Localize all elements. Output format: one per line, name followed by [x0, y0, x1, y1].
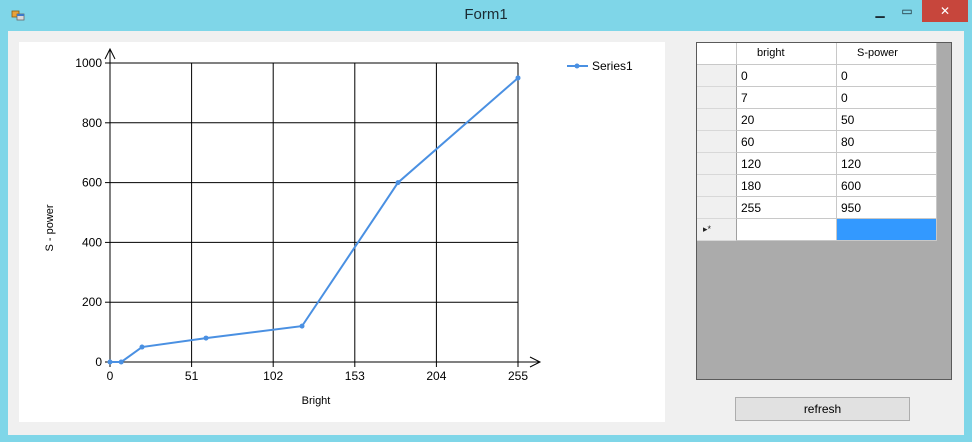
- chart-panel: 0 51 102 153 204 255 0 200 400 600 800 1000 Bright …: [19, 42, 665, 422]
- grid-cell[interactable]: 60: [737, 131, 837, 153]
- chart-grid: [110, 62, 519, 362]
- x-tick-label: 204: [426, 369, 446, 383]
- legend-series-label: Series1: [592, 59, 633, 73]
- row-header[interactable]: [697, 153, 737, 175]
- refresh-button[interactable]: refresh: [735, 397, 910, 421]
- grid-cell[interactable]: 20: [737, 109, 837, 131]
- minimize-button[interactable]: ▁: [866, 0, 894, 22]
- data-grid[interactable]: bright S-power 0 0 7 0 20 50 60 80 120 120 180 600 255…: [696, 42, 952, 380]
- row-header[interactable]: [697, 197, 737, 219]
- row-header[interactable]: ▸*: [697, 219, 737, 241]
- y-tick-label: 600: [82, 176, 102, 190]
- maximize-icon: ▭: [901, 4, 913, 18]
- legend-marker-icon: [574, 63, 580, 69]
- row-header[interactable]: [697, 131, 737, 153]
- grid-cell[interactable]: 0: [837, 65, 937, 87]
- x-tick-label: 102: [263, 369, 283, 383]
- minimize-icon: ▁: [875, 4, 885, 18]
- grid-cell[interactable]: 7: [737, 87, 837, 109]
- row-header[interactable]: [697, 65, 737, 87]
- grid-column-header[interactable]: S-power: [837, 43, 937, 65]
- grid-cell[interactable]: 180: [737, 175, 837, 197]
- data-point: [203, 335, 209, 341]
- form-client-area: 0 51 102 153 204 255 0 200 400 600 800 1000 Bright …: [8, 31, 964, 435]
- window-title: Form1: [464, 6, 508, 23]
- data-point: [118, 359, 124, 365]
- y-tick-label: 1000: [75, 56, 102, 70]
- grid-cell[interactable]: 600: [837, 175, 937, 197]
- y-tick-label: 800: [82, 116, 102, 130]
- y-tick-label: 0: [95, 355, 102, 369]
- legend: Series1: [567, 59, 633, 73]
- row-header[interactable]: [697, 175, 737, 197]
- chart-axes: [104, 47, 542, 368]
- grid-cell[interactable]: [737, 219, 837, 241]
- grid-cell[interactable]: 0: [837, 87, 937, 109]
- x-tick-label: 0: [107, 369, 114, 383]
- chart-series: [107, 75, 521, 365]
- close-button[interactable]: ✕: [922, 0, 968, 22]
- data-point: [299, 323, 305, 329]
- y-axis-label: S - power: [44, 204, 56, 251]
- x-tick-label: 255: [508, 369, 528, 383]
- grid-cell[interactable]: 50: [837, 109, 937, 131]
- title-bar: Form1 ▁ ▭ ✕: [0, 0, 972, 30]
- grid-column-header[interactable]: bright: [737, 43, 837, 65]
- y-tick-label: 400: [82, 235, 102, 249]
- main-window: Form1 ▁ ▭ ✕ 0 51 102 153 204 255 0 200 400 600 800…: [0, 0, 972, 442]
- x-tick-label: 153: [345, 369, 365, 383]
- grid-cell[interactable]: 950: [837, 197, 937, 219]
- data-point: [515, 75, 521, 81]
- grid-cell[interactable]: 255: [737, 197, 837, 219]
- grid-corner-cell[interactable]: [697, 43, 737, 65]
- maximize-button[interactable]: ▭: [894, 0, 920, 22]
- data-point: [395, 180, 401, 186]
- x-axis-label: Bright: [302, 395, 331, 407]
- data-point: [139, 344, 145, 350]
- grid-cell[interactable]: 80: [837, 131, 937, 153]
- row-header[interactable]: [697, 87, 737, 109]
- chart-ticks: 0 51 102 153 204 255 0 200 400 600 800 1000: [75, 56, 528, 383]
- x-tick-label: 51: [185, 369, 199, 383]
- grid-cell[interactable]: 120: [837, 153, 937, 175]
- data-point: [107, 359, 113, 365]
- grid-cell[interactable]: 0: [737, 65, 837, 87]
- grid-cell[interactable]: 120: [737, 153, 837, 175]
- grid-cell[interactable]: [837, 219, 937, 241]
- close-icon: ✕: [939, 4, 951, 18]
- line-chart: 0 51 102 153 204 25502004006008001000 Bright …: [44, 47, 633, 407]
- series-line: [110, 77, 519, 363]
- row-header[interactable]: [697, 109, 737, 131]
- y-tick-label: 200: [82, 295, 102, 309]
